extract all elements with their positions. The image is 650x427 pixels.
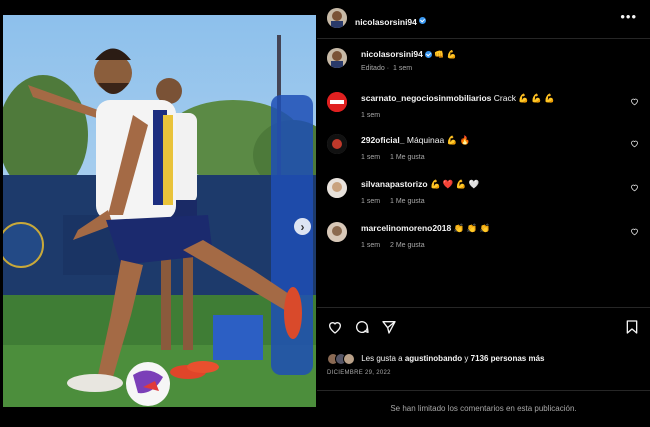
comment-time: 1 sem [361,198,381,205]
comment-meta: 1 sem 1 Me gusta [361,198,433,205]
likes-prefix: Les gusta a [361,354,403,364]
comment-text: silvanapastorizo 💪 ❤️ 💪 🤍 [361,178,479,190]
author-username: nicolasorsini94 [355,17,417,27]
comment-avatar[interactable] [327,222,347,242]
share-send-icon[interactable] [381,319,397,335]
next-photo-button[interactable]: › [294,218,311,235]
likers-avatars[interactable] [327,353,355,365]
likes-summary: Les gusta a agustinobando y 7136 persona… [327,353,544,365]
comment-body: 💪 ❤️ 💪 🤍 [429,179,480,189]
post-actions: Les gusta a agustinobando y 7136 persona… [317,307,650,424]
comment-likes[interactable]: 1 Me gusta [390,198,425,205]
caption-meta: Editado · 1 sem [361,65,413,72]
comment-likes[interactable]: 1 Me gusta [390,154,425,161]
comment-item: scarnato_negociosinmobiliarios Crack 💪 💪… [327,92,647,124]
comment-time: 1 sem [361,154,381,161]
verified-icon [424,51,432,59]
like-comment-heart-icon[interactable] [630,227,639,236]
liker-username[interactable]: agustinobando [405,354,462,363]
caption-text: nicolasorsini94 👊 💪 [361,48,456,61]
comment-item: silvanapastorizo 💪 ❤️ 💪 🤍 1 sem 1 Me gus… [327,178,647,210]
comment-username[interactable]: silvanapastorizo [361,179,428,189]
post-photo[interactable]: › [3,15,316,407]
comment-bubble-icon[interactable] [354,319,370,335]
like-comment-heart-icon[interactable] [630,139,639,148]
caption-author[interactable]: nicolasorsini94 [361,49,423,59]
likes-count[interactable]: 7136 personas más [471,354,545,363]
liker-avatar [343,353,355,365]
comment-body: Máquinaa 💪 🔥 [406,135,471,145]
edited-label: Editado [361,65,385,72]
comment-text: marcelinomoreno2018 👏 👏 👏 [361,222,490,234]
comment-body: 👏 👏 👏 [453,223,491,233]
comment-time: 1 sem [361,242,381,249]
comment-time: 1 sem [361,112,381,119]
comment-username[interactable]: scarnato_negociosinmobiliarios [361,93,491,103]
more-options-icon[interactable]: ••• [620,9,637,24]
comment-item: marcelinomoreno2018 👏 👏 👏 1 sem 2 Me gus… [327,222,647,254]
caption-time: 1 sem [393,65,413,72]
save-bookmark-icon[interactable] [624,319,640,335]
comments-limited-notice: Se han limitado los comentarios en esta … [317,390,650,425]
comment-text: 292oficial_ Máquinaa 💪 🔥 [361,134,470,146]
verified-icon [418,17,426,25]
comment-avatar[interactable] [327,92,347,112]
post-header: nicolasorsini94 ••• [317,0,650,39]
author-username-link[interactable]: nicolasorsini94 [355,12,426,30]
post-date[interactable]: DICIEMBRE 29, 2022 [327,370,391,376]
author-avatar[interactable] [327,8,347,28]
comment-avatar[interactable] [327,134,347,154]
post-modal: › nicolasorsini94 ••• nicolasorsini94 👊 … [0,0,650,423]
comment-meta: 1 sem [361,112,388,119]
comment-body: Crack 💪 💪 💪 [493,93,555,103]
like-comment-heart-icon[interactable] [630,183,639,192]
comment-username[interactable]: 292oficial_ [361,135,404,145]
comment-avatar[interactable] [327,178,347,198]
comment-meta: 1 sem 2 Me gusta [361,242,433,249]
photo-scene [3,15,316,407]
post-side-panel: nicolasorsini94 ••• nicolasorsini94 👊 💪 … [317,0,650,423]
like-heart-icon[interactable] [327,319,343,335]
comment-meta: 1 sem 1 Me gusta [361,154,433,161]
comment-item: 292oficial_ Máquinaa 💪 🔥 1 sem 1 Me gust… [327,134,647,166]
likes-conjunction: y [464,354,469,364]
like-comment-heart-icon[interactable] [630,97,639,106]
caption-emojis: 👊 💪 [434,50,457,59]
comment-likes[interactable]: 2 Me gusta [390,242,425,249]
caption-row: nicolasorsini94 👊 💪 Editado · 1 sem [327,48,647,80]
comment-username[interactable]: marcelinomoreno2018 [361,223,451,233]
caption-avatar[interactable] [327,48,347,68]
comment-text: scarnato_negociosinmobiliarios Crack 💪 💪… [361,92,555,104]
